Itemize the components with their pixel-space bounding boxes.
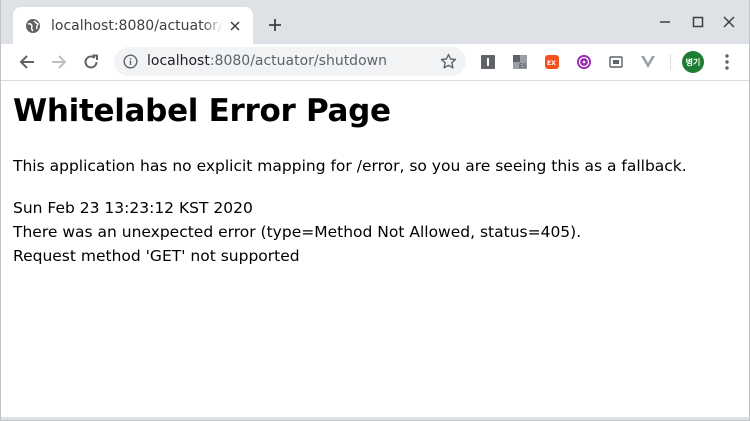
globe-icon: [25, 18, 41, 34]
forward-arrow-icon[interactable]: [47, 50, 71, 74]
back-arrow-icon[interactable]: [15, 50, 39, 74]
url-path: :8080/actuator/shutdown: [209, 53, 387, 69]
close-tab-icon[interactable]: [227, 18, 243, 34]
close-window-icon[interactable]: [719, 12, 739, 32]
page-content: Whitelabel Error Page This application h…: [1, 81, 749, 417]
bookmark-star-icon[interactable]: [440, 53, 457, 70]
url-host: localhost: [147, 53, 210, 69]
new-tab-button[interactable]: [265, 15, 285, 35]
ext-ex-icon[interactable]: EX: [543, 53, 561, 71]
ext-circle-icon[interactable]: [575, 53, 593, 71]
maximize-icon[interactable]: [688, 12, 708, 32]
reload-icon[interactable]: [79, 50, 103, 74]
svg-text:EX: EX: [547, 60, 556, 67]
kebab-menu-icon[interactable]: [717, 52, 737, 72]
error-type-line: There was an unexpected error (type=Meth…: [13, 223, 582, 241]
error-message: Request method 'GET' not supported: [13, 247, 300, 265]
error-description: This application has no explicit mapping…: [13, 157, 687, 175]
browser-window: localhost:8080/actuator/shutdown: [0, 0, 750, 421]
svg-text:ES: ES: [519, 63, 527, 70]
ext-es-icon[interactable]: ES: [511, 53, 529, 71]
tab-active[interactable]: localhost:8080/actuator/shutdown: [13, 7, 253, 44]
ext-vue-icon[interactable]: [639, 53, 657, 71]
ext-card-icon[interactable]: [607, 53, 625, 71]
toolbar-divider: [670, 54, 671, 70]
minimize-icon[interactable]: [655, 12, 675, 32]
tab-title: localhost:8080/actuator/shutdown: [51, 17, 223, 34]
browser-toolbar: localhost:8080/actuator/shutdown ES EX 병…: [1, 44, 749, 81]
url-text[interactable]: localhost:8080/actuator/shutdown: [147, 53, 387, 69]
address-bar[interactable]: localhost:8080/actuator/shutdown: [114, 47, 466, 76]
profile-avatar[interactable]: 병기: [682, 51, 704, 73]
error-timestamp: Sun Feb 23 13:23:12 KST 2020: [13, 199, 253, 217]
ext-i-icon[interactable]: [479, 53, 497, 71]
tab-strip: localhost:8080/actuator/shutdown: [1, 0, 749, 44]
info-icon[interactable]: [123, 54, 138, 69]
page-title: Whitelabel Error Page: [13, 93, 391, 129]
